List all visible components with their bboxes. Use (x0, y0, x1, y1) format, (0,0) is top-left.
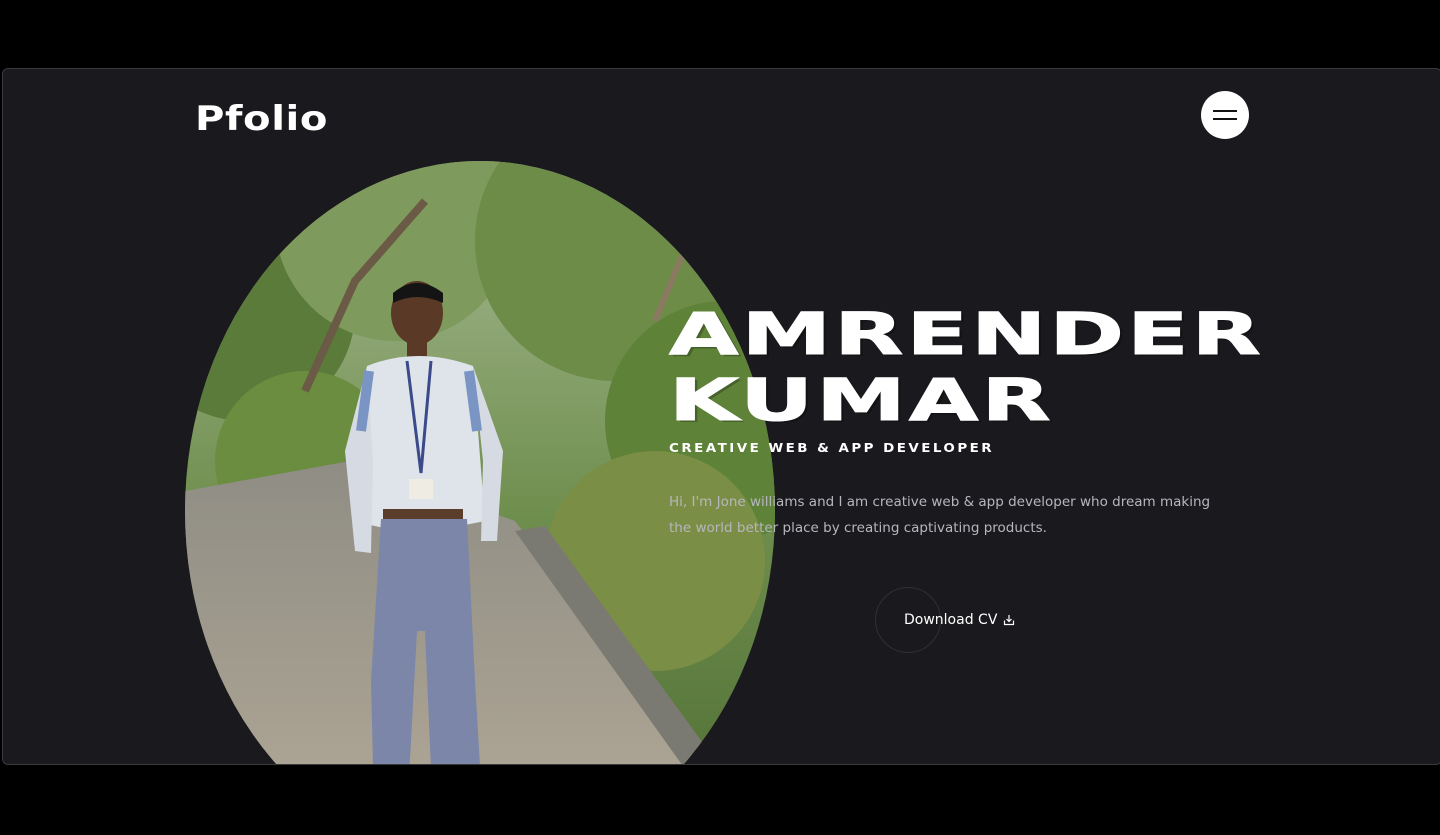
site-logo[interactable]: Pfolio (195, 99, 328, 139)
hero-subtitle: CREATIVE WEB & APP DEVELOPER (669, 441, 995, 455)
hero-bio: Hi, I'm Jone williams and I am creative … (669, 494, 1211, 536)
hero-name: AMRENDER KUMAR (668, 300, 1264, 434)
menu-button[interactable] (1201, 91, 1249, 139)
profile-photo (185, 161, 775, 764)
hero-name-line1: AMRENDER (668, 300, 1264, 368)
hamburger-icon (1213, 110, 1237, 112)
hero-name-line2: KUMAR (668, 366, 1054, 434)
download-cv-button[interactable]: Download CV (875, 587, 1015, 653)
download-cv-label: Download CV (904, 612, 998, 628)
page-frame: Pfolio AMRENDER KUMAR CREATIVE WEB & APP… (2, 68, 1440, 765)
download-icon (1004, 615, 1015, 626)
